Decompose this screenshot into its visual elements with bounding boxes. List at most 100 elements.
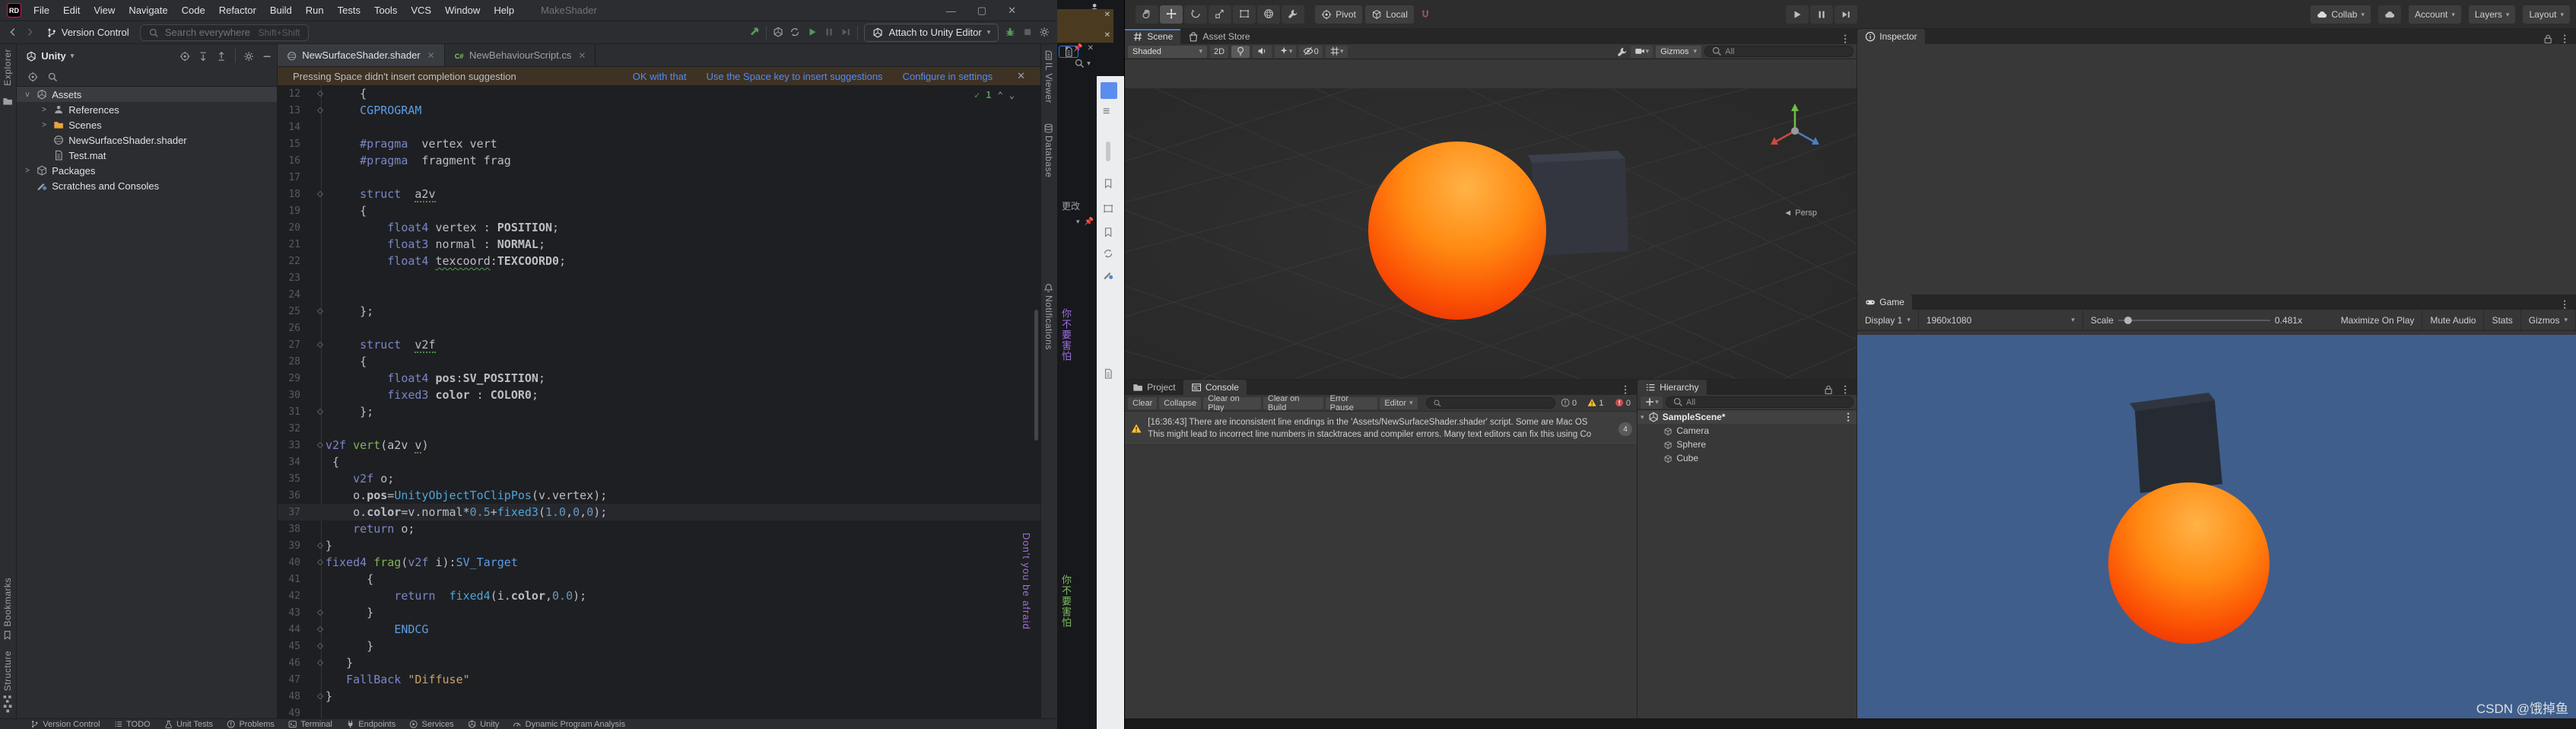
search-everywhere-input[interactable]: Search everywhere Shift+Shift	[139, 24, 309, 41]
hierarchy-menu-dots-icon[interactable]	[1840, 384, 1850, 395]
local-toggle[interactable]: Local	[1364, 5, 1414, 24]
notification-action[interactable]: Configure in settings	[903, 71, 993, 82]
folder-icon[interactable]	[2, 94, 13, 108]
step-icon[interactable]	[840, 26, 851, 40]
back-icon[interactable]	[8, 26, 18, 40]
forward-icon[interactable]	[24, 26, 35, 40]
lighting-toggle[interactable]	[1231, 45, 1250, 58]
play-button[interactable]	[1786, 5, 1809, 24]
close-icon[interactable]: ✕	[1088, 44, 1094, 53]
fold-marker-icon[interactable]	[316, 542, 324, 549]
tree-item-packages[interactable]: > Packages	[17, 163, 277, 178]
status-item-endpoints[interactable]: Endpoints	[346, 720, 395, 729]
stripe-label-il-viewer[interactable]: IL Viewer	[1043, 62, 1054, 103]
scale-slider-handle[interactable]	[2123, 316, 2132, 324]
gizmos-dropdown[interactable]: Gizmos ▾	[1656, 45, 1701, 58]
select-opened-file-icon[interactable]	[27, 71, 38, 83]
fold-marker-icon[interactable]	[316, 441, 324, 449]
tool-scale-tool[interactable]	[1209, 5, 1231, 24]
console-button-clear-on-play[interactable]: Clear on Play	[1203, 394, 1261, 412]
strip-search-icon[interactable]: ▾	[1074, 56, 1091, 70]
tree-item-newsurfaceshader-shader[interactable]: NewSurfaceShader.shader	[17, 132, 277, 148]
console-count-info[interactable]: 0	[1558, 398, 1580, 408]
fold-marker-icon[interactable]	[316, 90, 324, 97]
fold-marker-icon[interactable]	[316, 692, 324, 700]
stripe-label-notifications[interactable]: Notifications	[1043, 295, 1054, 350]
scene-orientation-gizmo[interactable]	[1765, 100, 1825, 163]
status-item-services[interactable]: Services	[409, 720, 454, 729]
pin-icon[interactable]: 📌	[1085, 218, 1094, 226]
collapse-all-icon[interactable]	[216, 49, 227, 62]
hierarchy-item-sphere[interactable]: Sphere	[1637, 438, 1857, 451]
tool-rotate[interactable]	[1184, 5, 1207, 24]
clip-icon[interactable]	[1103, 247, 1113, 260]
selected-item[interactable]	[1101, 82, 1117, 99]
fold-marker-icon[interactable]	[316, 642, 324, 650]
game-button-mute-audio[interactable]: Mute Audio	[2422, 310, 2485, 330]
commit-icon[interactable]	[2, 702, 13, 715]
scale-slider-track[interactable]	[2117, 316, 2270, 324]
scene-viewport[interactable]: ◄ Persp	[1125, 88, 1857, 408]
code-editor[interactable]: ✓ 1 ⌃ ⌄ 12 {13 CGPROGRAM 14 15 #pragma vert…	[278, 85, 1040, 718]
game-gizmos-dropdown[interactable]: Gizmos ▾	[2521, 310, 2576, 330]
fold-marker-icon[interactable]	[316, 341, 324, 349]
collab-button[interactable]: Collab ▾	[2311, 5, 2371, 24]
toast-close-icon[interactable]: ✕	[1104, 31, 1110, 40]
tool-hand[interactable]	[1136, 5, 1158, 24]
inspector-lock-icon[interactable]	[2543, 33, 2553, 44]
tree-item-scenes[interactable]: > Scenes	[17, 117, 277, 132]
tool-move[interactable]	[1160, 5, 1183, 24]
console-search-input[interactable]	[1425, 397, 1555, 409]
menu-item-vcs[interactable]: VCS	[404, 2, 438, 18]
close-tab-icon[interactable]: ✕	[427, 50, 435, 61]
stop-icon[interactable]	[1022, 26, 1033, 40]
hierarchy-search-input[interactable]: All	[1665, 396, 1853, 408]
hide-panel-icon[interactable]	[262, 49, 272, 62]
menu-item-edit[interactable]: Edit	[56, 2, 87, 18]
inspector-menu-dots-icon[interactable]	[2559, 33, 2570, 44]
console-button-error-pause[interactable]: Error Pause	[1325, 394, 1378, 412]
shading-mode-dropdown[interactable]: Shaded ▾	[1128, 45, 1207, 58]
options-gear-icon[interactable]	[243, 49, 254, 62]
pen-icon[interactable]	[1103, 268, 1113, 282]
snap-magnet-icon[interactable]	[1420, 8, 1431, 20]
status-item-version-control[interactable]: Version Control	[30, 720, 100, 729]
layout-button[interactable]: Layout ▾	[2523, 5, 2570, 24]
scene-menu-dots-icon[interactable]	[1840, 33, 1850, 44]
stripe-label-database[interactable]: Database	[1043, 135, 1054, 177]
debug-icon[interactable]	[1005, 26, 1015, 40]
fold-marker-icon[interactable]	[316, 307, 324, 315]
hierarchy-lock-icon[interactable]	[1823, 384, 1834, 395]
scene-search-input[interactable]: All	[1704, 46, 1853, 57]
page-icon[interactable]	[1103, 367, 1113, 380]
menu-item-view[interactable]: View	[87, 2, 122, 18]
menu-item-help[interactable]: Help	[487, 2, 521, 18]
tab-asset-store[interactable]: Asset Store	[1180, 29, 1257, 44]
resolution-dropdown[interactable]: 1960x1080 ▾	[1919, 310, 2083, 330]
console-button-clear-on-build[interactable]: Clear on Build	[1263, 394, 1323, 412]
menu-item-build[interactable]: Build	[263, 2, 299, 18]
scene-visibility-toggle[interactable]: 0	[1299, 45, 1323, 58]
bookmark-icon[interactable]	[2, 629, 12, 642]
console-warning-entry[interactable]: [16:36:43] There are inconsistent line e…	[1125, 412, 1637, 445]
tab-game[interactable]: Game	[1857, 294, 1912, 310]
game-menu-dots-icon[interactable]	[2559, 298, 2570, 310]
cloud-button[interactable]	[2377, 5, 2401, 24]
menu-item-navigate[interactable]: Navigate	[122, 2, 174, 18]
project-search-icon[interactable]	[47, 71, 58, 83]
hierarchy-item-cube[interactable]: Cube	[1637, 451, 1857, 465]
explorer-stripe-label[interactable]: Explorer	[2, 49, 13, 86]
editor-tab-csharp[interactable]: C# NewBehaviourScript.cs ✕	[445, 44, 596, 66]
close-button[interactable]: ✕	[1008, 5, 1016, 17]
console-editor-dropdown[interactable]: Editor ▾	[1380, 396, 1418, 409]
pivot-toggle[interactable]: Pivot	[1315, 5, 1362, 24]
pause-icon[interactable]	[824, 26, 834, 40]
tab-console[interactable]: Console	[1183, 380, 1247, 395]
create-object-button[interactable]: ▾	[1641, 396, 1663, 409]
grid-toggle[interactable]: ▾	[1325, 45, 1348, 58]
stripe-label-bookmarks[interactable]: Bookmarks	[2, 578, 13, 627]
persp-label[interactable]: ◄ Persp	[1784, 209, 1817, 218]
bell-icon[interactable]	[1043, 282, 1053, 295]
menu-item-tests[interactable]: Tests	[331, 2, 367, 18]
stripe-label-structure[interactable]: Structure	[2, 651, 13, 691]
